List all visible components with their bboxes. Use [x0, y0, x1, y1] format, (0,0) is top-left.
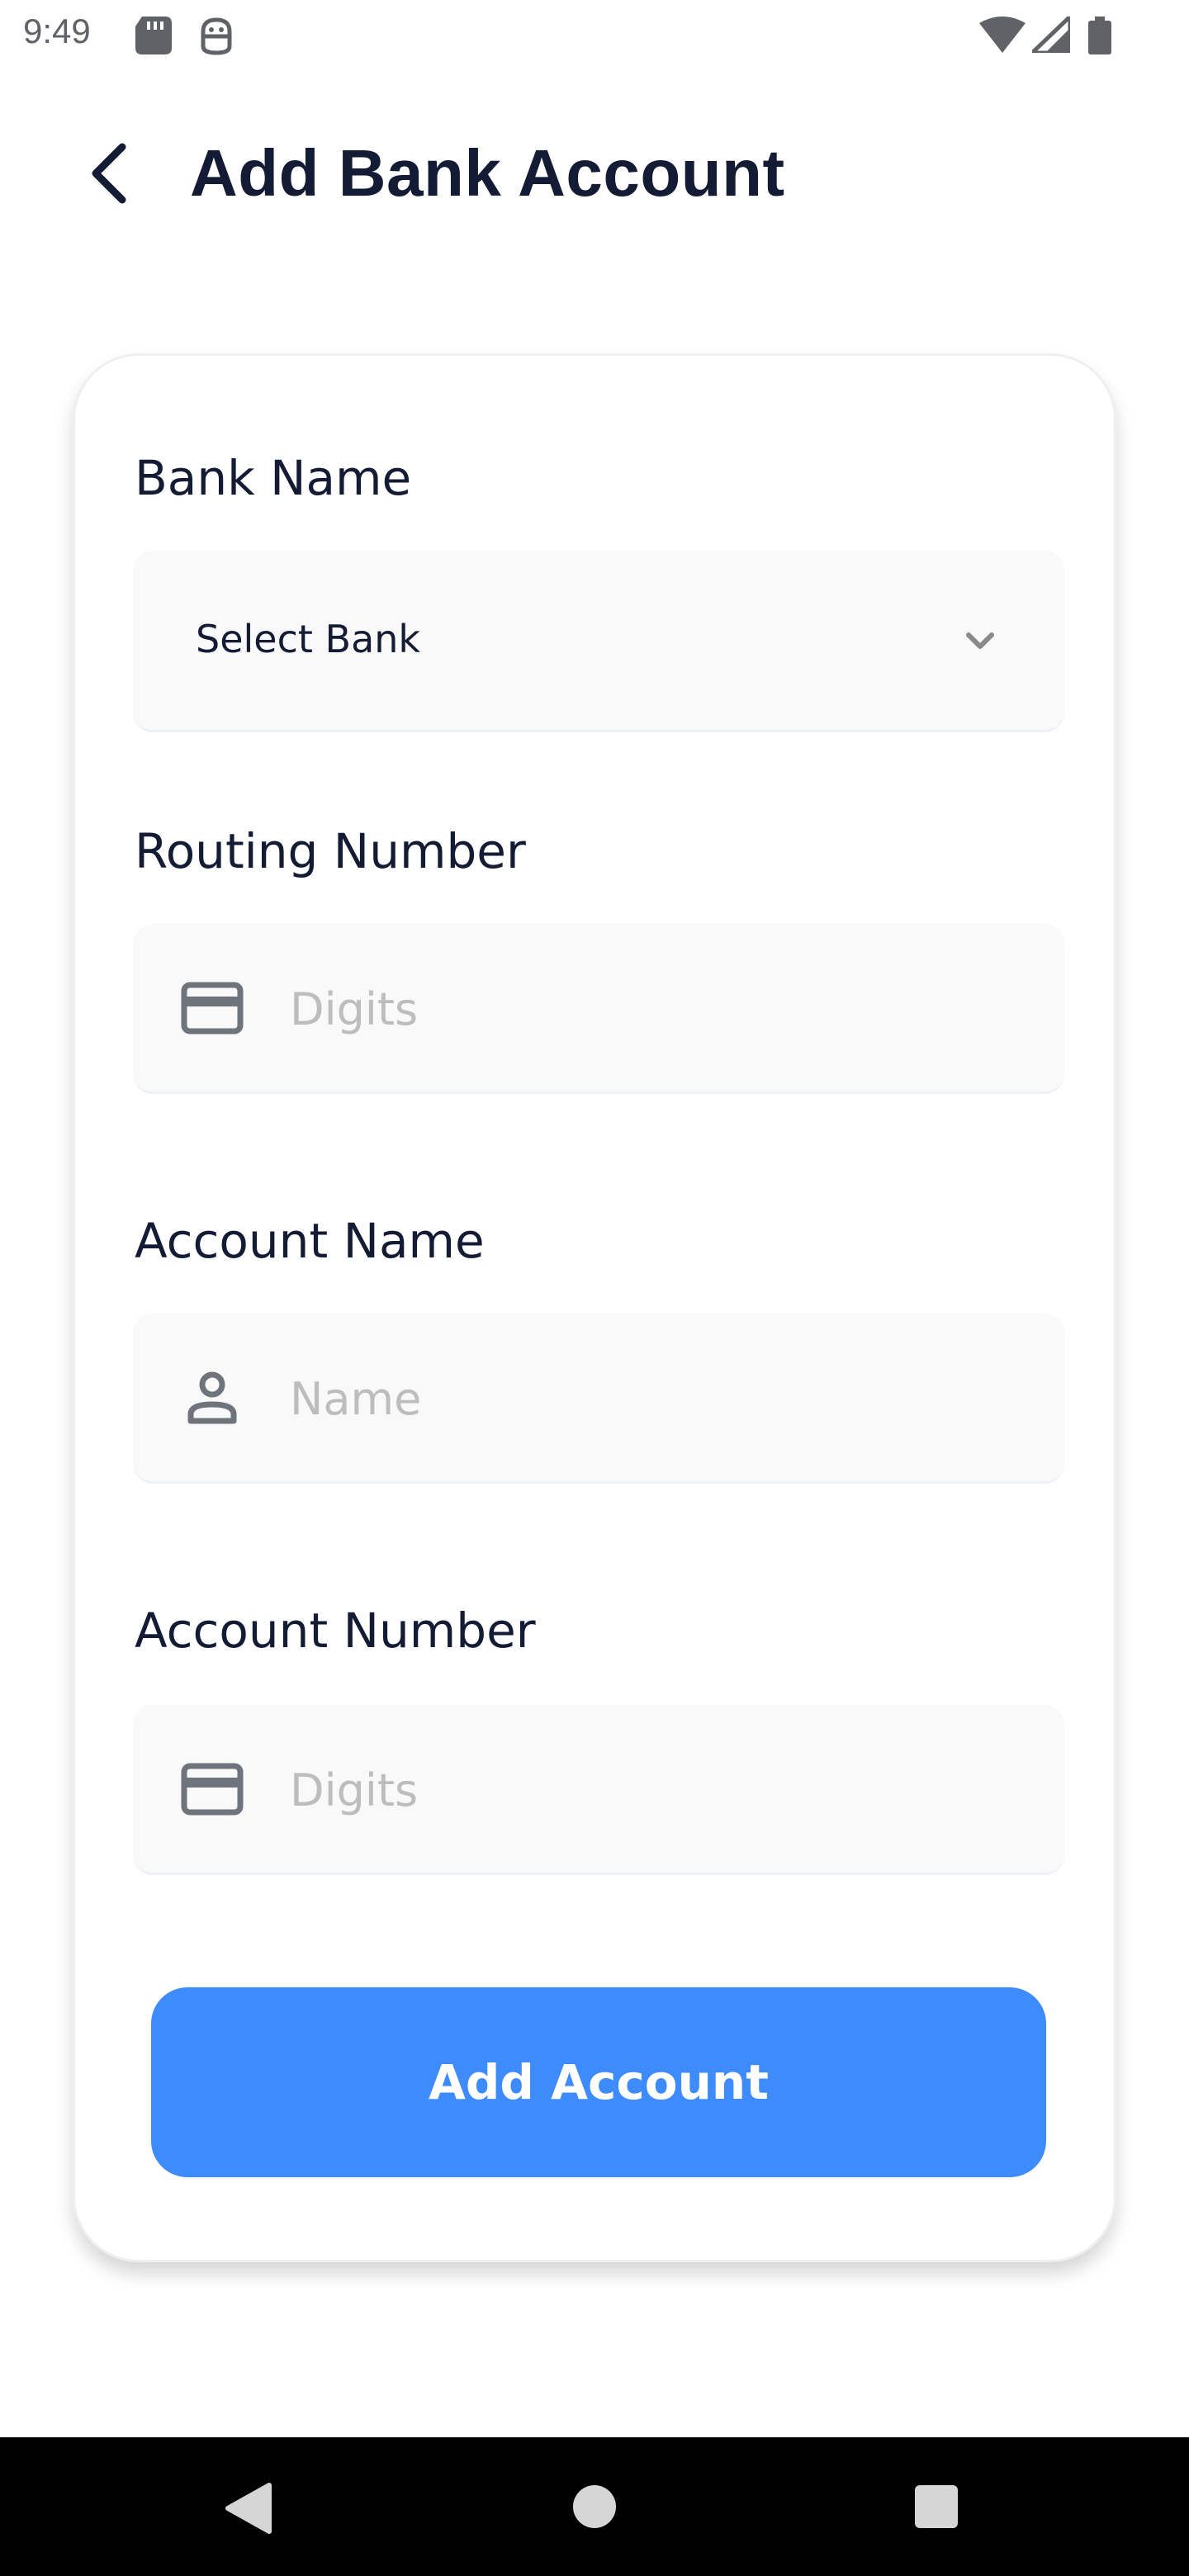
routing-number-label: Routing Number [135, 823, 526, 879]
account-name-field [133, 1314, 1064, 1484]
add-bank-account-screen: 9:49 Add Bank Account Bank Name Select B… [0, 0, 1189, 2576]
routing-number-input[interactable] [290, 973, 1016, 1044]
account-number-input[interactable] [290, 1754, 1016, 1825]
android-debug-icon [201, 17, 232, 55]
routing-number-field [133, 924, 1064, 1094]
nav-back-icon[interactable] [223, 2482, 272, 2535]
add-account-button[interactable]: Add Account [151, 1987, 1046, 2177]
bank-select-dropdown[interactable]: Select Bank [133, 551, 1064, 732]
chevron-down-icon [966, 632, 994, 649]
navigation-bar [0, 2437, 1189, 2576]
signal-icon [1032, 17, 1070, 53]
credit-card-icon [181, 1763, 244, 1816]
bank-name-label: Bank Name [135, 450, 412, 506]
account-number-field [133, 1705, 1064, 1875]
bank-select-value: Select Bank [196, 617, 421, 661]
back-icon[interactable] [79, 140, 145, 206]
nav-recents-icon[interactable] [915, 2485, 958, 2528]
person-icon [187, 1371, 237, 1424]
account-name-input[interactable] [290, 1363, 1016, 1434]
bank-account-form-card: Bank Name Select Bank Routing Number Acc… [73, 353, 1116, 2262]
header: Add Bank Account [0, 124, 1189, 223]
status-time: 9:49 [23, 12, 91, 50]
account-name-label: Account Name [135, 1213, 485, 1269]
wifi-icon [979, 17, 1026, 53]
status-bar: 9:49 [0, 0, 1189, 69]
account-number-label: Account Number [135, 1603, 536, 1659]
sd-card-icon [135, 17, 172, 54]
credit-card-icon [181, 982, 244, 1035]
nav-home-icon[interactable] [573, 2485, 616, 2528]
page-title: Add Bank Account [190, 136, 785, 210]
battery-icon [1088, 17, 1111, 54]
